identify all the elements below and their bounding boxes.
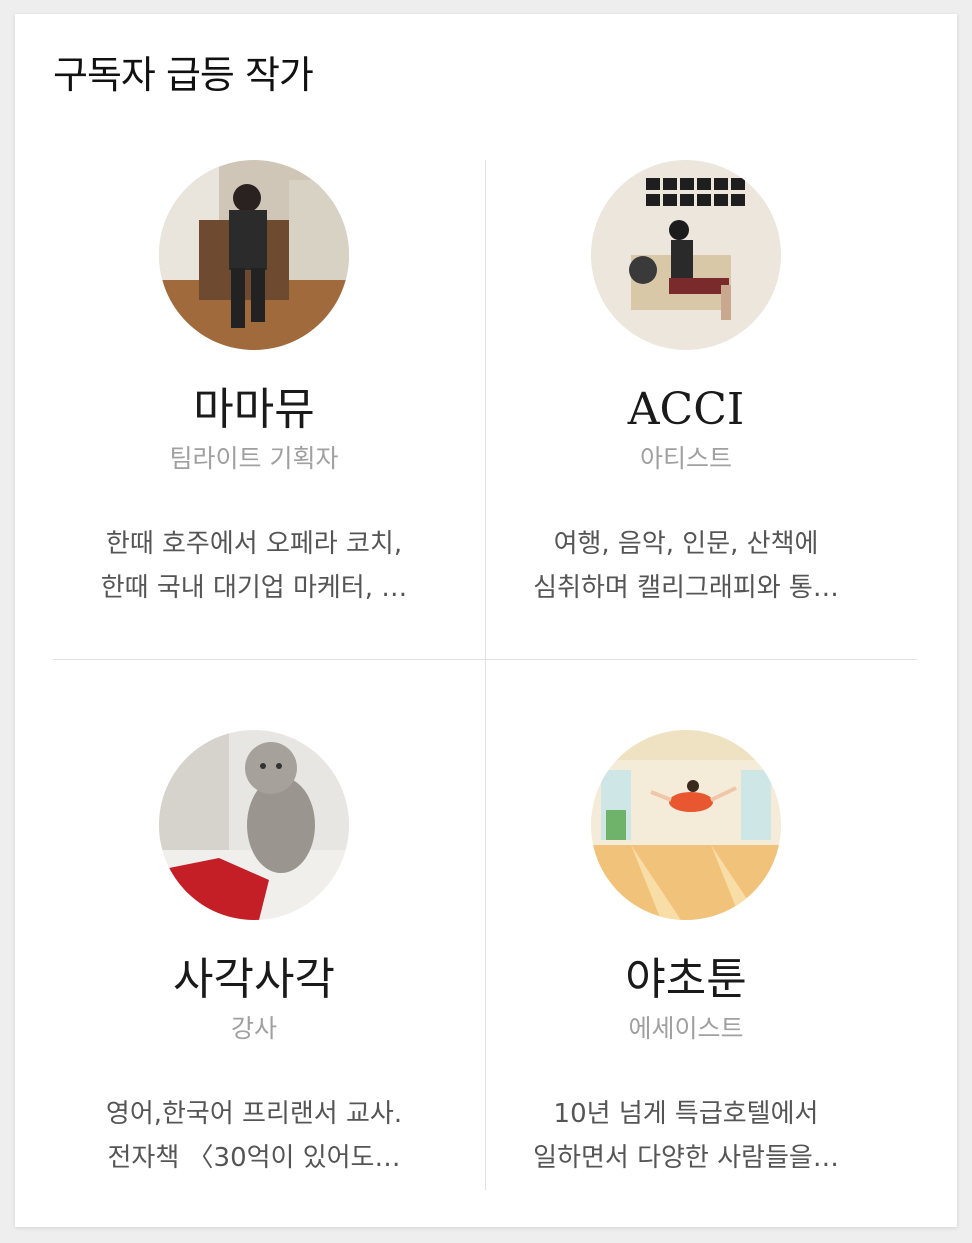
author-name: 야초툰 <box>625 954 747 1005</box>
author-description-line: 한때 국내 대기업 마케터, … <box>100 573 408 603</box>
author-name: 사각사각 <box>173 954 335 1005</box>
author-description: 영어,한국어 프리랜서 교사. 전자책 〈30억이 있어도… <box>89 1092 419 1180</box>
author-description-line: 여행, 음악, 인문, 산책에 <box>553 529 819 559</box>
author-description: 한때 호주에서 오페라 코치, 한때 국내 대기업 마케터, … <box>89 522 419 610</box>
author-description-line: 한때 호주에서 오페라 코치, <box>105 529 403 559</box>
author-grid: 마마뮤 팀라이트 기획자 한때 호주에서 오페라 코치, 한때 국내 대기업 마… <box>53 160 917 1190</box>
author-description-line: 10년 넘게 특급호텔에서 <box>553 1099 819 1129</box>
author-job: 아티스트 <box>639 444 732 473</box>
author-description-line: 심취하며 캘리그래피와 통… <box>533 573 839 603</box>
author-item-mamamyu[interactable]: 마마뮤 팀라이트 기획자 한때 호주에서 오페라 코치, 한때 국내 대기업 마… <box>53 160 485 660</box>
author-name: ACCI <box>627 384 745 435</box>
author-item-sagaksagak[interactable]: 사각사각 강사 영어,한국어 프리랜서 교사. 전자책 〈30억이 있어도… <box>53 730 485 1230</box>
author-job: 팀라이트 기획자 <box>169 444 339 473</box>
author-job: 에세이스트 <box>628 1014 744 1043</box>
section-title: 구독자 급등 작가 <box>53 53 314 97</box>
author-item-yachotoon[interactable]: 야초툰 에세이스트 10년 넘게 특급호텔에서 일하면서 다양한 사람들을… <box>485 730 917 1230</box>
author-avatar[interactable] <box>591 730 781 920</box>
author-avatar[interactable] <box>591 160 781 350</box>
author-description-line: 일하면서 다양한 사람들을… <box>533 1143 839 1173</box>
author-description-line: 전자책 〈30억이 있어도… <box>107 1143 401 1173</box>
author-avatar[interactable] <box>159 160 349 350</box>
author-name: 마마뮤 <box>193 384 315 435</box>
author-description: 여행, 음악, 인문, 산책에 심취하며 캘리그래피와 통… <box>521 522 851 610</box>
author-job: 강사 <box>230 1014 277 1043</box>
author-description: 10년 넘게 특급호텔에서 일하면서 다양한 사람들을… <box>521 1092 851 1180</box>
author-description-line: 영어,한국어 프리랜서 교사. <box>105 1099 403 1129</box>
author-item-acci[interactable]: ACCI 아티스트 여행, 음악, 인문, 산책에 심취하며 캘리그래피와 통… <box>485 160 917 660</box>
author-avatar[interactable] <box>159 730 349 920</box>
author-card-panel: 구독자 급등 작가 마마뮤 팀라이트 기획자 한때 호주에서 오페라 코치, 한… <box>15 14 957 1227</box>
